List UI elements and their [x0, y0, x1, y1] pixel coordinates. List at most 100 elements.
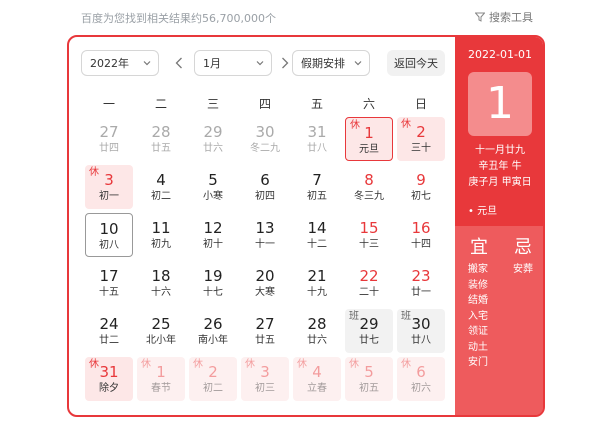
day-number: 14 — [307, 219, 327, 237]
day-number: 3 — [104, 171, 114, 189]
day-number: 9 — [416, 171, 426, 189]
day-number: 24 — [99, 315, 119, 333]
search-tools-label: 搜索工具 — [489, 11, 533, 24]
calendar-day[interactable]: 4 初二 — [137, 165, 185, 209]
ji-item: 安葬 — [513, 264, 533, 275]
calendar-day[interactable]: 27 廿五 — [241, 309, 289, 353]
day-number: 27 — [99, 123, 119, 141]
calendar-day[interactable]: 30 冬二九 — [241, 117, 289, 161]
calendar-day[interactable]: 休 3 初三 — [241, 357, 289, 401]
yi-ji-section: 宜 忌 搬家 装修 结婚 入宅 领证 动土 安门 安葬 — [455, 226, 543, 415]
calendar-day[interactable]: 休 1 春节 — [137, 357, 185, 401]
filter-icon — [475, 12, 485, 22]
calendar-day[interactable]: 14 十二 — [293, 213, 341, 257]
holiday-select[interactable]: 假期安排 — [292, 50, 370, 76]
lunar-day: 十七 — [203, 287, 223, 298]
calendar-day[interactable]: 班 29 廿七 — [345, 309, 393, 353]
lunar-day: 元旦 — [359, 144, 379, 155]
day-number: 26 — [203, 315, 223, 333]
lunar-day: 初六 — [411, 383, 431, 394]
day-number: 18 — [151, 267, 171, 285]
calendar-day[interactable]: 18 十六 — [137, 261, 185, 305]
lunar-ganzhi: 庚子月 甲寅日 — [468, 177, 532, 188]
day-number: 21 — [307, 267, 327, 285]
calendar-day[interactable]: 13 十一 — [241, 213, 289, 257]
calendar-day[interactable]: 23 廿一 — [397, 261, 445, 305]
calendar-day[interactable]: 27 廿四 — [85, 117, 133, 161]
calendar-day[interactable]: 5 小寒 — [189, 165, 237, 209]
calendar-day[interactable]: 25 北小年 — [137, 309, 185, 353]
day-number: 16 — [411, 219, 431, 237]
calendar-day[interactable]: 休 2 三十 — [397, 117, 445, 161]
lunar-day: 廿六 — [307, 335, 327, 346]
month-select[interactable]: 1月 — [194, 50, 272, 76]
calendar-widget: 2022年 1月 假期安排 返回今天 一二三四五六日 27 廿四 28 廿五 29 廿六 3… — [67, 35, 545, 417]
ji-list: 安葬 — [513, 262, 533, 278]
calendar-day[interactable]: 休 5 初五 — [345, 357, 393, 401]
calendar-day[interactable]: 20 大寒 — [241, 261, 289, 305]
day-number: 31 — [99, 363, 119, 381]
calendar-day[interactable]: 10 初八 — [85, 213, 133, 257]
day-number: 28 — [307, 315, 327, 333]
lunar-day: 廿一 — [411, 287, 431, 298]
lunar-day: 十一 — [255, 239, 275, 250]
day-number: 4 — [156, 171, 166, 189]
selected-date: 2022-01-01 — [468, 48, 532, 61]
calendar-day[interactable]: 31 廿八 — [293, 117, 341, 161]
lunar-day: 初二 — [203, 383, 223, 394]
calendar-day[interactable]: 6 初四 — [241, 165, 289, 209]
back-to-today-button[interactable]: 返回今天 — [387, 50, 445, 76]
lunar-day: 初四 — [255, 191, 275, 202]
lunar-day: 三十 — [411, 143, 431, 154]
day-number: 29 — [203, 123, 223, 141]
lunar-day: 北小年 — [146, 335, 176, 346]
day-number: 2 — [208, 363, 218, 381]
calendar-day[interactable]: 19 十七 — [189, 261, 237, 305]
calendar-day[interactable]: 班 30 廿八 — [397, 309, 445, 353]
calendar-day[interactable]: 22 二十 — [345, 261, 393, 305]
calendar-day[interactable]: 休 31 除夕 — [85, 357, 133, 401]
calendar-day[interactable]: 28 廿五 — [137, 117, 185, 161]
calendar-day[interactable]: 9 初七 — [397, 165, 445, 209]
lunar-day: 十五 — [99, 287, 119, 298]
lunar-day: 廿八 — [411, 335, 431, 346]
calendar-day[interactable]: 29 廿六 — [189, 117, 237, 161]
weekday-label: 五 — [310, 97, 323, 111]
calendar-day[interactable]: 26 南小年 — [189, 309, 237, 353]
holiday-select-value: 假期安排 — [301, 57, 345, 70]
weekday-label: 四 — [258, 97, 271, 111]
prev-month-button[interactable] — [172, 54, 186, 72]
day-number: 8 — [364, 171, 374, 189]
calendar-day[interactable]: 7 初五 — [293, 165, 341, 209]
calendar-day[interactable]: 12 初十 — [189, 213, 237, 257]
lunar-day: 十六 — [151, 287, 171, 298]
year-select[interactable]: 2022年 — [81, 50, 159, 76]
day-number: 12 — [203, 219, 223, 237]
yi-title: 宜 — [470, 237, 488, 258]
day-number: 27 — [255, 315, 275, 333]
calendar-day[interactable]: 休 6 初六 — [397, 357, 445, 401]
weekday-label: 日 — [414, 97, 427, 111]
calendar-day[interactable]: 16 十四 — [397, 213, 445, 257]
calendar-day[interactable]: 8 冬三九 — [345, 165, 393, 209]
calendar-day[interactable]: 28 廿六 — [293, 309, 341, 353]
calendar-day[interactable]: 15 十三 — [345, 213, 393, 257]
calendar-day[interactable]: 休 1 元旦 — [345, 117, 393, 161]
calendar-day[interactable]: 休 3 初一 — [85, 165, 133, 209]
calendar-day[interactable]: 21 十九 — [293, 261, 341, 305]
calendar-day[interactable]: 休 4 立春 — [293, 357, 341, 401]
day-number: 25 — [151, 315, 171, 333]
day-number: 11 — [151, 219, 171, 237]
calendar-day[interactable]: 24 廿二 — [85, 309, 133, 353]
lunar-day: 大寒 — [255, 287, 275, 298]
calendar-day[interactable]: 17 十五 — [85, 261, 133, 305]
lunar-day: 冬二九 — [250, 143, 280, 154]
search-tools-button[interactable]: 搜索工具 — [475, 9, 533, 25]
yi-item: 结婚 — [468, 295, 488, 306]
day-number: 29 — [359, 315, 379, 333]
lunar-day: 十三 — [359, 239, 379, 250]
calendar-day[interactable]: 11 初九 — [137, 213, 185, 257]
next-month-button[interactable] — [278, 54, 292, 72]
calendar-day[interactable]: 休 2 初二 — [189, 357, 237, 401]
day-number: 31 — [307, 123, 327, 141]
